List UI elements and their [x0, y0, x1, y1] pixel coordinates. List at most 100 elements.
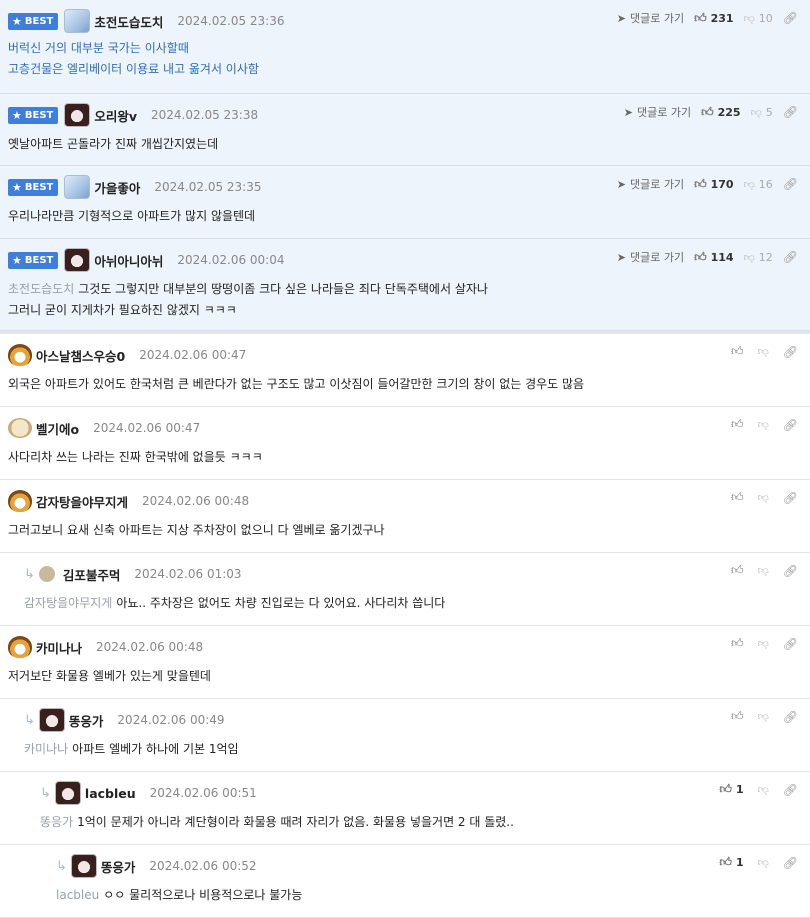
- thumbs-down-icon: 👎︎: [750, 105, 762, 119]
- avatar[interactable]: [70, 854, 97, 878]
- reply-arrow-icon: ↳: [24, 712, 35, 728]
- reply-arrow-icon: ↳: [56, 858, 67, 874]
- thumbs-up-icon[interactable]: 👍︎: [731, 344, 744, 359]
- comment: 감자탕을야무지게 2024.02.06 00:48 👍︎ 👎︎ 🔗︎ 그러고보니…: [0, 480, 810, 553]
- thumbs-down-icon[interactable]: 👎︎: [758, 418, 769, 431]
- upvote-button[interactable]: 👍︎ 170: [694, 177, 734, 192]
- link-icon[interactable]: 🔗︎: [783, 783, 798, 797]
- link-icon[interactable]: 🔗︎: [783, 564, 798, 578]
- comment-author[interactable]: 감자탕을야무지게: [36, 492, 128, 511]
- link-icon[interactable]: 🔗︎: [783, 710, 798, 724]
- mention[interactable]: lacbleu: [56, 888, 99, 902]
- mention[interactable]: 감자탕을야무지게: [24, 596, 112, 610]
- avatar[interactable]: [8, 490, 32, 512]
- comment-text: 똥응가 1억이 문제가 아니라 계단형이라 화물용 때려 자리가 없음. 화물용 …: [40, 815, 514, 829]
- thumbs-down-icon[interactable]: 👎︎: [758, 345, 769, 358]
- link-icon[interactable]: 🔗︎: [783, 345, 798, 359]
- thumbs-up-icon[interactable]: 👍︎: [731, 417, 744, 432]
- comment-date: 2024.02.06 00:47: [93, 421, 201, 435]
- upvote-button[interactable]: 👍︎ 1: [719, 855, 743, 870]
- mention[interactable]: 카미나나: [24, 742, 68, 756]
- thumbs-down-icon[interactable]: 👎︎: [758, 637, 769, 650]
- go-to-reply-button[interactable]: ➤ 댓글로 가기: [617, 10, 684, 26]
- avatar[interactable]: [64, 175, 91, 199]
- upvote-button[interactable]: 👍︎ 114: [694, 250, 734, 265]
- comment-text: lacbleu ㅇㅇ 물리적으로나 비용적으로나 불가능: [56, 888, 303, 902]
- link-icon[interactable]: 🔗︎: [783, 856, 798, 870]
- thumbs-down-icon[interactable]: 👎︎: [758, 710, 769, 723]
- mention[interactable]: 초전도습도치: [8, 282, 74, 296]
- reply-comment: ↳ 똥응가 2024.02.06 00:49 👍︎ 👎︎ 🔗︎ 카미나나 아파트 …: [0, 699, 810, 772]
- comment-author[interactable]: 카미나나: [36, 638, 82, 657]
- link-icon[interactable]: 🔗︎: [783, 637, 798, 651]
- avatar[interactable]: [8, 344, 32, 366]
- avatar[interactable]: [38, 566, 55, 582]
- thumbs-up-icon[interactable]: 👍︎: [731, 490, 744, 505]
- reply-arrow-icon: ↳: [24, 566, 35, 582]
- downvote-button[interactable]: 👎︎ 16: [744, 178, 773, 191]
- thumbs-down-icon[interactable]: 👎︎: [758, 856, 769, 869]
- best-badge: ★ BEST: [8, 178, 59, 196]
- thumbs-down-icon[interactable]: 👎︎: [758, 564, 769, 577]
- avatar[interactable]: [8, 418, 32, 438]
- comment-author[interactable]: 아뉘아니아뉘: [94, 251, 163, 270]
- comment-text: 그러고보니 요새 신축 아파트는 지상 주차장이 없으니 다 엘베로 옮기겠구나: [8, 523, 385, 537]
- comment-date: 2024.02.06 00:47: [139, 348, 247, 362]
- comment-author[interactable]: 초전도습도치: [94, 12, 163, 31]
- link-icon[interactable]: 🔗︎: [783, 491, 798, 505]
- link-icon[interactable]: 🔗︎: [783, 418, 798, 432]
- star-icon: ★: [12, 14, 22, 28]
- reply-comment: ↳ 똥응가 2024.02.06 00:52 👍︎ 1 👎︎ 🔗︎ lacbleu…: [0, 845, 810, 918]
- comment-text: 카미나나 아파트 엘베가 하나에 기본 1억임: [24, 742, 239, 756]
- link-icon[interactable]: 🔗︎: [783, 11, 798, 25]
- downvote-button[interactable]: 👎︎ 5: [751, 106, 773, 119]
- upvote-button[interactable]: 👍︎ 231: [694, 11, 734, 26]
- comment-date: 2024.02.06 00:49: [117, 713, 225, 727]
- comment-author[interactable]: 아스날챔스우승0: [36, 346, 125, 365]
- upvote-button[interactable]: 👍︎ 225: [701, 105, 741, 120]
- thumbs-up-icon: 👍︎: [719, 782, 732, 796]
- star-icon: ★: [12, 108, 22, 122]
- link-icon[interactable]: 🔗︎: [783, 250, 798, 264]
- avatar[interactable]: [64, 9, 91, 33]
- thumbs-down-icon[interactable]: 👎︎: [758, 491, 769, 504]
- best-badge: ★ BEST: [8, 106, 59, 124]
- comment-author[interactable]: lacbleu: [85, 786, 136, 801]
- comment-text: 저거보단 화물용 엘베가 있는게 맞을텐데: [8, 669, 211, 683]
- reply-arrow-icon: ↳: [40, 785, 51, 801]
- thumbs-down-icon: 👎︎: [743, 177, 755, 191]
- send-icon: ➤: [616, 177, 626, 191]
- comment-author[interactable]: 벨기에o: [36, 419, 79, 438]
- link-icon[interactable]: 🔗︎: [783, 105, 798, 119]
- comment-author[interactable]: 오리왕v: [94, 106, 137, 125]
- comment-date: 2024.02.06 00:48: [142, 494, 250, 508]
- comment-author[interactable]: 김포불주먹: [63, 565, 121, 584]
- link-icon[interactable]: 🔗︎: [783, 177, 798, 191]
- go-to-reply-button[interactable]: ➤ 댓글로 가기: [624, 104, 691, 120]
- avatar[interactable]: [64, 103, 91, 127]
- mention[interactable]: 똥응가: [40, 815, 73, 829]
- upvote-button[interactable]: 👍︎ 1: [719, 782, 743, 797]
- best-comment: ★ BEST 오리왕v 2024.02.05 23:38 ➤ 댓글로 가기 👍︎ 22…: [0, 94, 810, 166]
- avatar[interactable]: [38, 708, 65, 732]
- avatar[interactable]: [8, 636, 32, 658]
- thumbs-up-icon[interactable]: 👍︎: [731, 636, 744, 651]
- comment-author[interactable]: 가을좋아: [94, 178, 140, 197]
- comment-text: 사다리차 쓰는 나라는 진짜 한국밖에 없을듯 ㅋㅋㅋ: [8, 450, 263, 464]
- downvote-button[interactable]: 👎︎ 10: [744, 12, 773, 25]
- comment-author[interactable]: 똥응가: [69, 711, 104, 730]
- avatar[interactable]: [54, 781, 81, 805]
- thumbs-down-icon[interactable]: 👎︎: [758, 783, 769, 796]
- comment-text: 감자탕을야무지게 아뇨.. 주차장은 없어도 차량 진입로는 다 있어요. 사다리…: [24, 596, 446, 610]
- go-to-reply-button[interactable]: ➤ 댓글로 가기: [617, 249, 684, 265]
- thumbs-up-icon[interactable]: 👍︎: [731, 709, 744, 724]
- comment-text: 초전도습도치 그것도 그렇지만 대부분의 땅떵이좀 크다 싶은 나라들은 죄다 단…: [8, 282, 488, 317]
- go-to-reply-button[interactable]: ➤ 댓글로 가기: [617, 176, 684, 192]
- comment-author[interactable]: 똥응가: [101, 857, 136, 876]
- comment-date: 2024.02.06 01:03: [134, 567, 242, 581]
- downvote-button[interactable]: 👎︎ 12: [744, 251, 773, 264]
- thumbs-up-icon[interactable]: 👍︎: [731, 563, 744, 578]
- avatar[interactable]: [64, 248, 91, 272]
- comment-date: 2024.02.06 00:04: [177, 253, 285, 267]
- best-badge: ★ BEST: [8, 251, 59, 269]
